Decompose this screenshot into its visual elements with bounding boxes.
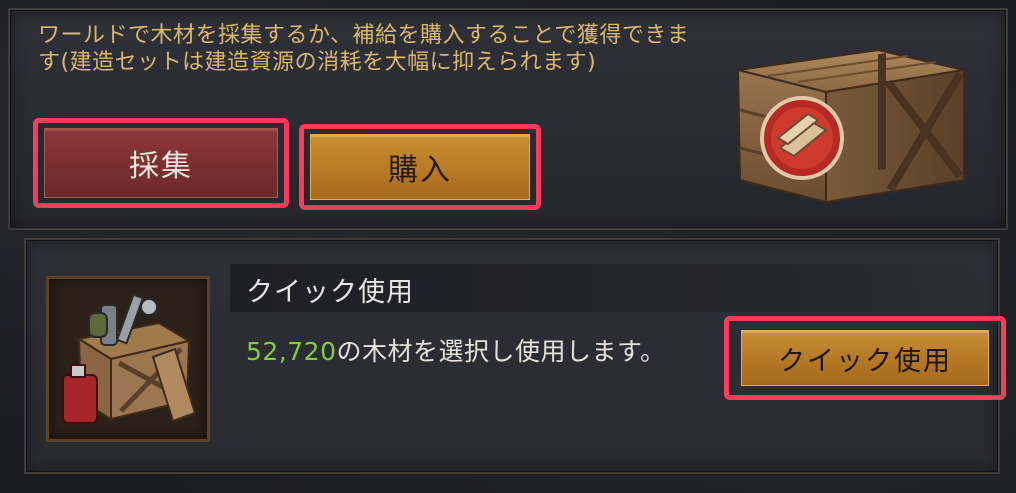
quick-use-button[interactable]: クイック使用 — [724, 316, 1006, 400]
quick-use-title: クイック使用 — [246, 277, 414, 308]
resource-crate-icon — [62, 293, 197, 424]
quick-use-desc-text: の木材を選択し使用します。 — [336, 337, 666, 366]
gather-button[interactable]: 採集 — [33, 118, 289, 208]
buy-button[interactable]: 購入 — [299, 124, 541, 210]
quick-use-description: 52,720の木材を選択し使用します。 — [246, 332, 666, 368]
quick-use-button-label: クイック使用 — [741, 330, 989, 386]
supply-description: ワールドで木材を採集するか、補給を購入することで獲得できます(建造セットは建造資… — [38, 23, 690, 75]
resource-item-frame — [46, 276, 210, 442]
gather-button-label: 採集 — [44, 128, 278, 198]
buy-button-label: 購入 — [310, 134, 530, 200]
wood-crate-icon — [736, 48, 965, 204]
wood-amount: 52,720 — [246, 337, 337, 366]
